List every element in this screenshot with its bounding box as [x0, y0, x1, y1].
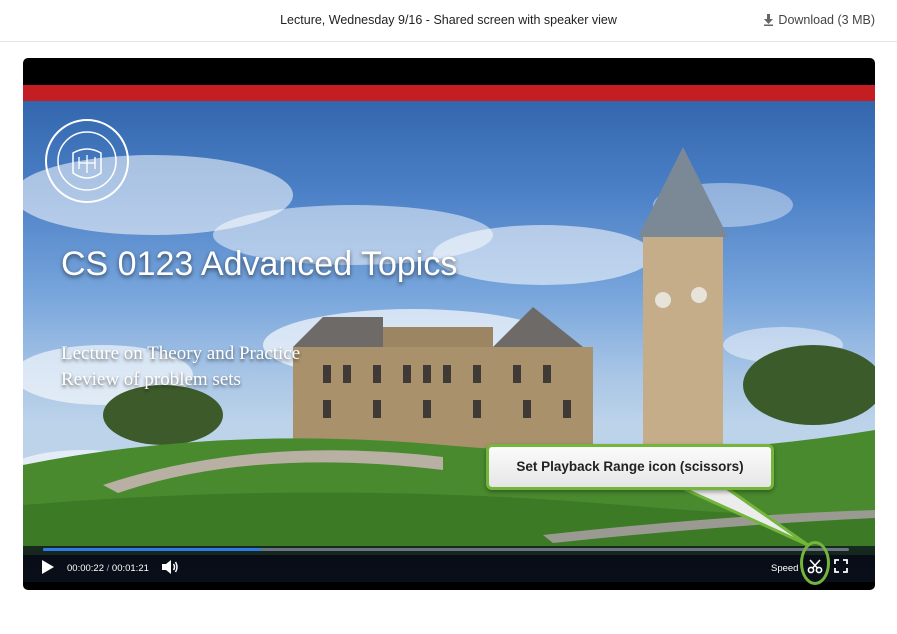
speed-button[interactable]: Speed: [771, 563, 798, 574]
download-button[interactable]: Download (3 MB): [764, 13, 875, 27]
play-icon[interactable]: [41, 559, 55, 575]
scissors-highlight-circle: [800, 541, 830, 585]
download-arrow-icon: [764, 14, 774, 26]
slide-subtitle-line-2: Review of problem sets: [61, 369, 241, 390]
annotation-callout: Set Playback Range icon (scissors): [486, 444, 774, 490]
player-controls-bar: 00:00:22 / 00:01:21 Speed: [23, 546, 875, 582]
time-display: 00:00:22 / 00:01:21: [67, 563, 149, 574]
callout-text: Set Playback Range icon (scissors): [516, 459, 744, 474]
recording-title: Lecture, Wednesday 9/16 - Shared screen …: [280, 13, 617, 27]
progress-bar-fill: [43, 548, 261, 551]
progress-bar[interactable]: [43, 548, 849, 551]
total-duration: 00:01:21: [111, 563, 149, 574]
university-seal-logo: [45, 119, 129, 203]
current-time: 00:00:22: [67, 563, 104, 574]
fullscreen-icon[interactable]: [834, 559, 848, 573]
time-separator: /: [106, 563, 110, 574]
video-player[interactable]: CS 0123 Advanced Topics Lecture on Theor…: [23, 58, 875, 590]
download-label: Download (3 MB): [778, 13, 875, 27]
slide-subtitle-line-1: Lecture on Theory and Practice: [61, 343, 301, 364]
top-bar: Lecture, Wednesday 9/16 - Shared screen …: [0, 0, 897, 42]
slide-accent-bar: [23, 85, 875, 101]
slide-title: CS 0123 Advanced Topics: [61, 245, 458, 283]
volume-icon[interactable]: [161, 559, 179, 575]
